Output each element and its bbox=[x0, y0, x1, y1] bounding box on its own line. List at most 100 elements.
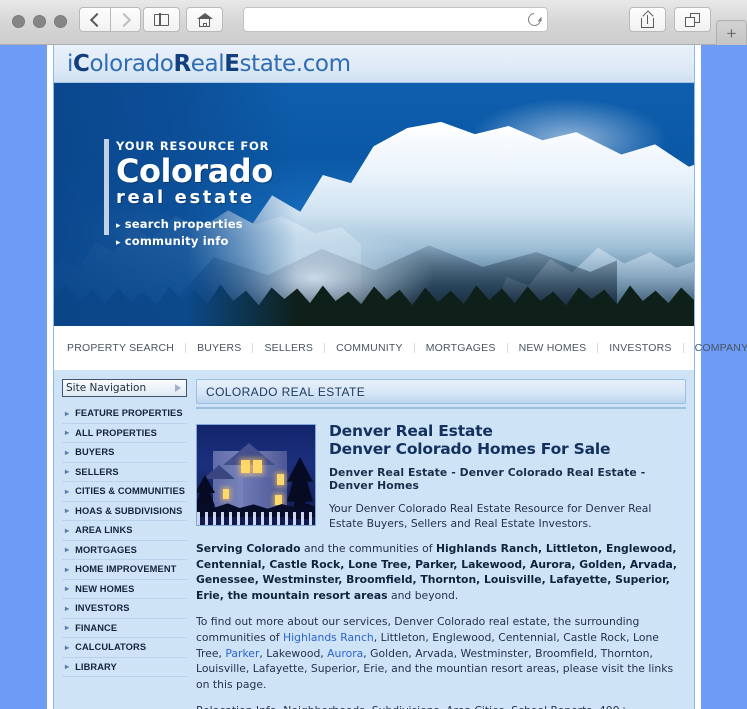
hero-accent-bar bbox=[104, 139, 109, 235]
site-navigation-select-label: Site Navigation bbox=[66, 382, 147, 394]
serving-colorado-tail: and beyond. bbox=[387, 588, 459, 602]
article-paragraph-serving: Serving Colorado and the communities of … bbox=[196, 541, 686, 603]
address-bar[interactable] bbox=[243, 7, 548, 32]
logo-part-6: E bbox=[224, 50, 240, 77]
services-text-3: , Lakewood, bbox=[259, 646, 328, 660]
sidebar-item-sellers[interactable]: ▸ SELLERS bbox=[62, 463, 187, 482]
reload-icon[interactable] bbox=[525, 10, 544, 29]
triangle-right-icon: ▸ bbox=[65, 506, 70, 516]
sidebar-item-mortgages[interactable]: ▸ MORTGAGES bbox=[62, 541, 187, 560]
hero-headline: Colorado bbox=[116, 152, 273, 190]
tabs-icon bbox=[685, 12, 700, 27]
sidebar-item-label: INVESTORS bbox=[75, 603, 130, 614]
sidebar: Site Navigation ▸ FEATURE PROPERTIES ▸ ALL… bbox=[62, 379, 187, 709]
sidebar-item-label: SELLERS bbox=[75, 466, 119, 477]
triangle-right-icon: ▸ bbox=[65, 525, 70, 535]
home-icon bbox=[196, 12, 213, 27]
sidebar-item-new-homes[interactable]: ▸ NEW HOMES bbox=[62, 580, 187, 599]
sidebar-item-label: BUYERS bbox=[75, 447, 115, 458]
triangle-right-icon: ▸ bbox=[65, 486, 70, 496]
triangle-right-icon: ▸ bbox=[65, 467, 70, 477]
triangle-right-icon: ▸ bbox=[65, 584, 70, 594]
sidebar-item-buyers[interactable]: ▸ BUYERS bbox=[62, 443, 187, 463]
hero-link-search-properties[interactable]: search properties bbox=[116, 216, 273, 233]
article-title-line-1: Denver Real Estate bbox=[329, 422, 493, 440]
triangle-right-icon: ▸ bbox=[65, 642, 70, 652]
triangle-right-icon: ▸ bbox=[65, 623, 70, 633]
new-tab-button[interactable]: + bbox=[716, 20, 747, 45]
sidebar-item-label: ALL PROPERTIES bbox=[75, 427, 157, 438]
main-column: COLORADO REAL ESTATE Denver Real Estate … bbox=[187, 379, 686, 709]
nav-item-sellers[interactable]: SELLERS bbox=[253, 343, 326, 354]
triangle-right-icon: ▸ bbox=[65, 662, 70, 672]
chevron-left-icon bbox=[89, 12, 104, 27]
forward-button[interactable] bbox=[110, 7, 141, 32]
nav-item-buyers[interactable]: BUYERS bbox=[186, 343, 254, 354]
nav-item-community[interactable]: COMMUNITY bbox=[325, 343, 415, 354]
triangle-right-icon: ▸ bbox=[65, 428, 70, 438]
page-scrollbar[interactable] bbox=[736, 45, 747, 709]
article-paragraph-relocation: Relocation Info, Neighborhoods, Subdivis… bbox=[196, 703, 686, 709]
sidebar-item-investors[interactable]: ▸ INVESTORS bbox=[62, 599, 187, 619]
sidebar-item-hoas-subdivisions[interactable]: ▸ HOAS & SUBDIVISIONS bbox=[62, 502, 187, 521]
sidebar-item-label: HOME IMPROVEMENT bbox=[75, 564, 177, 575]
site-container: iColoradoRealEstate.com YOUR RESOURCE FO… bbox=[47, 45, 747, 709]
hero-kicker: YOUR RESOURCE FOR bbox=[116, 139, 270, 153]
article-paragraph-services: To find out more about our services, Den… bbox=[196, 614, 686, 692]
browser-toolbar: + bbox=[0, 0, 747, 45]
nav-item-new-homes[interactable]: NEW HOMES bbox=[508, 343, 599, 354]
sidebar-list: ▸ FEATURE PROPERTIES ▸ ALL PROPERTIES ▸ BUY… bbox=[62, 404, 187, 677]
site-header: iColoradoRealEstate.com bbox=[54, 45, 694, 83]
triangle-right-icon: ▸ bbox=[65, 545, 70, 555]
back-button[interactable] bbox=[79, 7, 110, 32]
sidebar-item-calculators[interactable]: ▸ CALCULATORS bbox=[62, 638, 187, 658]
hero-link-community-info[interactable]: community info bbox=[116, 233, 273, 250]
link-aurora[interactable]: Aurora bbox=[327, 647, 363, 660]
triangle-right-icon: ▸ bbox=[65, 408, 70, 418]
logo-part-7: state.com bbox=[239, 50, 352, 77]
sidebar-item-label: LIBRARY bbox=[75, 661, 117, 672]
sidebar-item-label: HOAS & SUBDIVISIONS bbox=[75, 505, 183, 516]
hero-link-list: search properties community info bbox=[116, 216, 273, 250]
main-navigation: PROPERTY SEARCH BUYERS SELLERS COMMUNITY… bbox=[54, 326, 747, 370]
article: Denver Real Estate Denver Colorado Homes… bbox=[196, 409, 686, 709]
share-icon bbox=[641, 9, 654, 28]
window-controls bbox=[12, 15, 67, 28]
sidebar-item-feature-properties[interactable]: ▸ FEATURE PROPERTIES bbox=[62, 404, 187, 424]
section-title: COLORADO REAL ESTATE bbox=[206, 384, 366, 399]
sidebar-item-library[interactable]: ▸ LIBRARY bbox=[62, 658, 187, 677]
logo-part-5: eal bbox=[190, 50, 225, 77]
logo-part-3: olorado bbox=[89, 50, 174, 77]
sidebar-item-label: AREA LINKS bbox=[75, 525, 133, 536]
sidebar-item-label: CITIES & COMMUNITIES bbox=[75, 486, 186, 497]
sidebar-item-label: FEATURE PROPERTIES bbox=[75, 408, 183, 419]
nav-item-property-search[interactable]: PROPERTY SEARCH bbox=[67, 343, 187, 354]
nav-item-mortgages[interactable]: MORTGAGES bbox=[415, 343, 508, 354]
link-highlands-ranch[interactable]: Highlands Ranch bbox=[283, 631, 374, 644]
chevron-right-icon bbox=[175, 384, 181, 392]
sidebar-item-home-improvement[interactable]: ▸ HOME IMPROVEMENT bbox=[62, 560, 187, 580]
toggle-sidebar-button[interactable] bbox=[143, 7, 180, 32]
logo-part-2: C bbox=[73, 50, 90, 77]
home-button[interactable] bbox=[186, 7, 223, 32]
section-title-bar: COLORADO REAL ESTATE bbox=[196, 379, 686, 404]
zoom-window-button[interactable] bbox=[54, 15, 67, 28]
site-logo[interactable]: iColoradoRealEstate.com bbox=[67, 51, 351, 77]
triangle-right-icon: ▸ bbox=[65, 603, 70, 613]
sidebar-item-label: NEW HOMES bbox=[75, 583, 135, 594]
triangle-right-icon: ▸ bbox=[65, 564, 70, 574]
share-button[interactable] bbox=[629, 7, 666, 32]
link-parker[interactable]: Parker bbox=[225, 647, 259, 660]
sidebar-item-area-links[interactable]: ▸ AREA LINKS bbox=[62, 521, 187, 541]
sidebar-item-all-properties[interactable]: ▸ ALL PROPERTIES bbox=[62, 424, 187, 443]
hero-banner: YOUR RESOURCE FOR Colorado real estate s… bbox=[54, 83, 694, 326]
sidebar-item-finance[interactable]: ▸ FINANCE bbox=[62, 619, 187, 638]
page-viewport: iColoradoRealEstate.com YOUR RESOURCE FO… bbox=[0, 45, 747, 709]
chevron-right-icon bbox=[116, 12, 132, 27]
site-navigation-select[interactable]: Site Navigation bbox=[62, 379, 187, 397]
tab-overview-button[interactable] bbox=[674, 7, 711, 32]
close-window-button[interactable] bbox=[12, 15, 25, 28]
nav-item-investors[interactable]: INVESTORS bbox=[598, 343, 684, 354]
sidebar-item-cities-communities[interactable]: ▸ CITIES & COMMUNITIES bbox=[62, 482, 187, 502]
minimize-window-button[interactable] bbox=[33, 15, 46, 28]
